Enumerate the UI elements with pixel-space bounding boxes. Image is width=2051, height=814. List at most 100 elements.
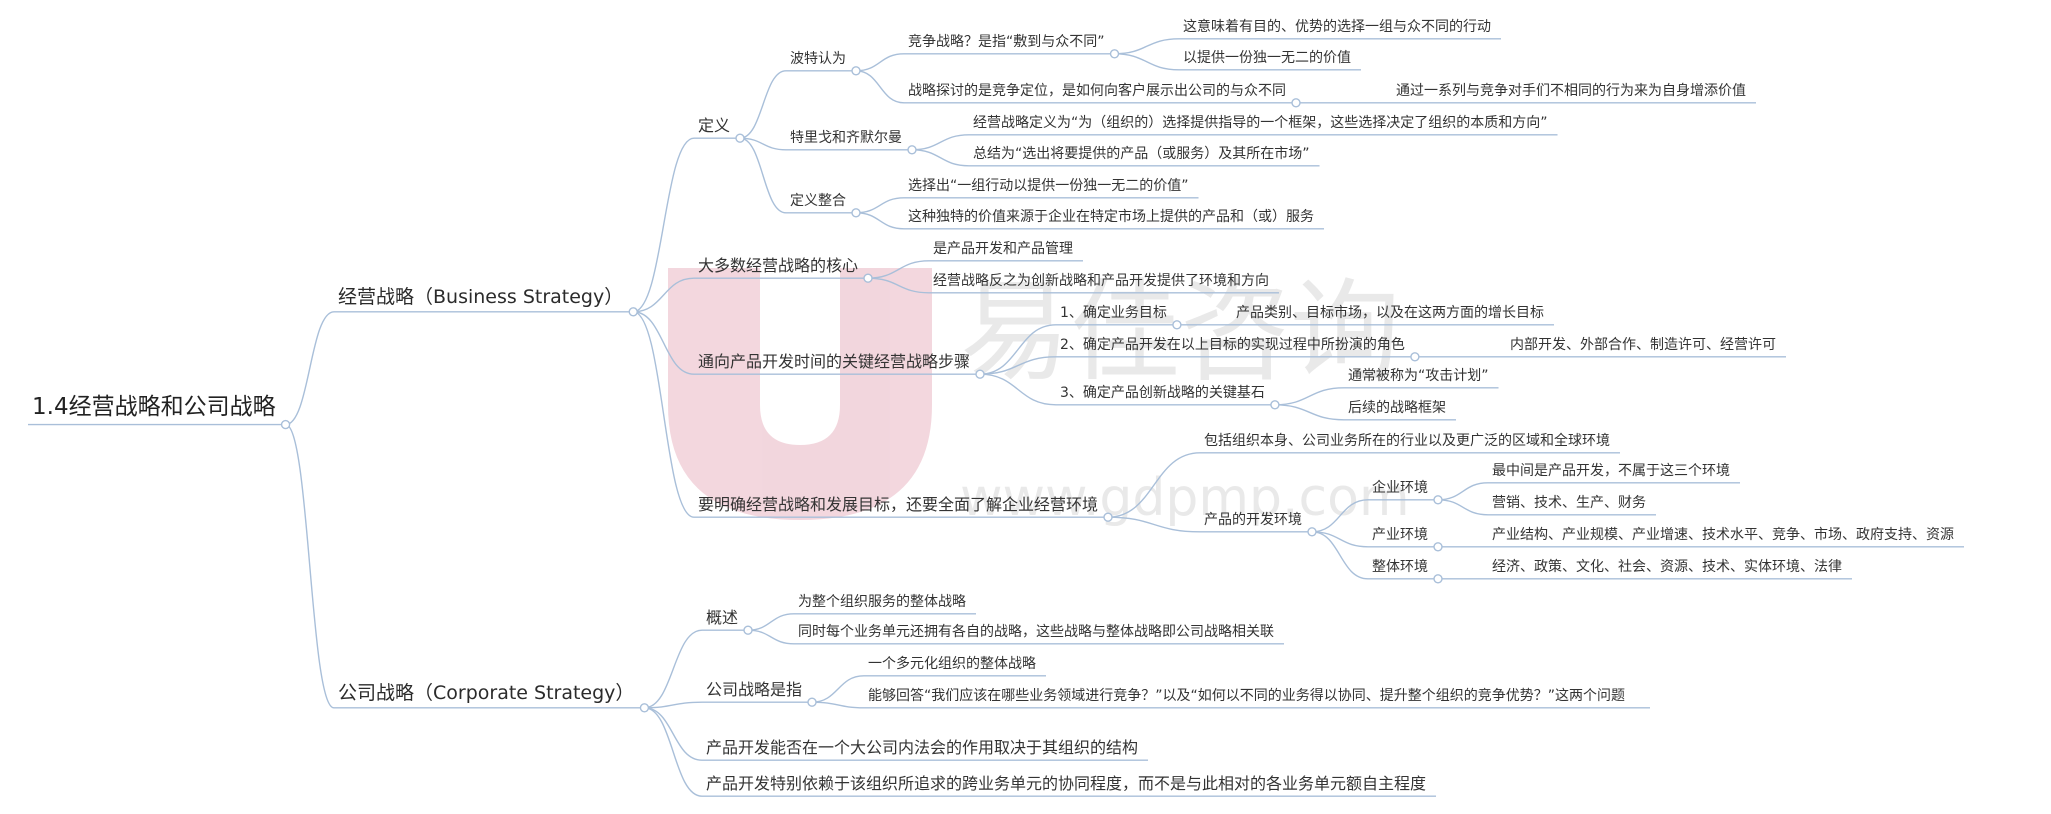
connector — [285, 423, 335, 709]
node-label: 产业环境 — [1372, 527, 1428, 543]
connector — [855, 70, 905, 104]
node-label: 通向产品开发时间的关键经营战略步骤 — [698, 352, 971, 371]
node-treacy[interactable]: 特里戈和齐默尔曼 — [790, 130, 902, 147]
node-whole-org[interactable]: 为整个组织服务的整体战略 — [798, 594, 966, 611]
connector — [812, 701, 865, 709]
node-enterprise-env[interactable]: 企业环境 — [1372, 480, 1428, 497]
node-label: 产业结构、产业规模、产业增速、技术水平、竞争、市场、政府支持、资源 — [1492, 527, 1954, 543]
node-label: 同时每个业务单元还拥有各自的战略，这些战略与整体战略即公司战略相关联 — [798, 624, 1274, 640]
node-label: 是产品开发和产品管理 — [933, 241, 1073, 257]
node-purposeful-choice[interactable]: 这意味着有目的、优势的选择一组与众不同的行动 — [1183, 19, 1491, 36]
node-product-dev-mgmt[interactable]: 是产品开发和产品管理 — [933, 241, 1073, 258]
junction-dot — [1291, 98, 1301, 108]
node-environment[interactable]: 要明确经营战略和发展目标，还要全面了解企业经营环境 — [698, 495, 1098, 514]
node-label: 企业环境 — [1372, 480, 1428, 496]
node-label: 选择出“一组行动以提供一份独一无二的价值” — [908, 178, 1189, 194]
node-label: 1、确定业务目标 — [1060, 305, 1167, 321]
node-includes-org[interactable]: 包括组织本身、公司业务所在的行业以及更广泛的区域和全球环境 — [1204, 433, 1610, 450]
mind-map: 易佳咨询 www.gdpmp.com 1.4经营战略和公司战略 经营战略（Bus… — [0, 0, 2051, 814]
connector — [868, 277, 930, 294]
connector — [855, 53, 905, 72]
connector — [633, 311, 695, 375]
node-positioning[interactable]: 战略探讨的是竞争定位，是如何向客户展示出公司的与众不同 — [908, 83, 1286, 100]
node-competitive-strategy[interactable]: 竞争战略？是指“敷到与众不同” — [908, 34, 1105, 51]
node-core[interactable]: 大多数经营战略的核心 — [698, 256, 858, 275]
junction-dot — [743, 625, 753, 635]
node-select-actions[interactable]: 选择出“一组行动以提供一份独一无二的价值” — [908, 178, 1189, 195]
junction-dot — [735, 133, 745, 143]
node-marketing-tech[interactable]: 营销、技术、生产、财务 — [1492, 495, 1646, 512]
node-label: 波特认为 — [790, 51, 846, 67]
node-label: 经营战略反之为创新战略和产品开发提供了环境和方向 — [933, 273, 1269, 289]
node-industry-env[interactable]: 产业环境 — [1372, 527, 1428, 544]
connector — [855, 212, 905, 230]
node-label: 包括组织本身、公司业务所在的行业以及更广泛的区域和全球环境 — [1204, 433, 1610, 449]
node-label: 特里戈和齐默尔曼 — [790, 130, 902, 146]
node-unique-value[interactable]: 以提供一份独一无二的价值 — [1183, 50, 1351, 67]
junction-dot — [1433, 574, 1443, 584]
junction-dot — [807, 697, 817, 707]
node-label: 定义整合 — [790, 193, 846, 209]
node-step-1[interactable]: 1、确定业务目标 — [1060, 305, 1167, 322]
node-value-source[interactable]: 这种独特的价值来源于企业在特定市场上提供的产品和（或）服务 — [908, 209, 1314, 226]
node-summary[interactable]: 总结为“选出将要提供的产品（或服务）及其所在市场” — [973, 146, 1310, 163]
connector — [644, 629, 703, 709]
connector — [980, 356, 1057, 375]
node-strategy-framework[interactable]: 后续的战略框架 — [1348, 400, 1446, 417]
node-org-structure[interactable]: 产品开发能否在一个大公司内法会的作用取决于其组织的结构 — [706, 738, 1138, 757]
node-label: 这种独特的价值来源于企业在特定市场上提供的产品和（或）服务 — [908, 209, 1314, 225]
node-step-1-detail[interactable]: 产品类别、目标市场，以及在这两方面的增长目标 — [1236, 305, 1544, 322]
node-corporate-means[interactable]: 公司战略是指 — [706, 680, 802, 699]
junction-dot — [1103, 512, 1113, 522]
connector — [1108, 516, 1201, 533]
node-label: 总结为“选出将要提供的产品（或服务）及其所在市场” — [973, 146, 1310, 162]
junction-dot — [851, 208, 861, 218]
node-add-value[interactable]: 通过一系列与竞争对手们不相同的行为来为自身增添价值 — [1396, 83, 1746, 100]
junction-dot — [975, 369, 985, 379]
node-business-strategy[interactable]: 经营战略（Business Strategy） — [338, 286, 623, 309]
connector — [1437, 499, 1489, 516]
node-dev-environment[interactable]: 产品的开发环境 — [1204, 512, 1302, 529]
node-key-steps[interactable]: 通向产品开发时间的关键经营战略步骤 — [698, 352, 970, 371]
node-label: 为整个组织服务的整体战略 — [798, 594, 966, 610]
node-overview[interactable]: 概述 — [706, 608, 738, 627]
node-step-3[interactable]: 3、确定产品创新战略的关键基石 — [1060, 385, 1265, 402]
node-definition[interactable]: 定义 — [698, 116, 730, 135]
node-framework[interactable]: 经营战略定义为“为（组织的）选择提供指导的一个框架，这些选择决定了组织的本质和方… — [973, 115, 1548, 132]
junction-dot — [1109, 49, 1120, 59]
node-label: 2、确定产品开发在以上目标的实现过程中所扮演的角色 — [1060, 337, 1405, 353]
node-center-product-dev[interactable]: 最中间是产品开发，不属于这三个环境 — [1492, 463, 1730, 480]
junction-dot — [1172, 320, 1182, 330]
node-two-questions[interactable]: 能够回答“我们应该在哪些业务领域进行竞争？”以及“如何以不同的业务得以协同、提升… — [868, 688, 1640, 705]
node-label: 最中间是产品开发，不属于这三个环境 — [1492, 463, 1730, 479]
node-step-2[interactable]: 2、确定产品开发在以上目标的实现过程中所扮演的角色 — [1060, 337, 1405, 354]
junction-dot — [907, 145, 917, 155]
node-industry-detail[interactable]: 产业结构、产业规模、产业增速、技术水平、竞争、市场、政府支持、资源 — [1492, 527, 1954, 544]
node-porter[interactable]: 波特认为 — [790, 51, 846, 68]
node-diversified[interactable]: 一个多元化组织的整体战略 — [868, 656, 1036, 673]
node-overall-env[interactable]: 整体环境 — [1372, 559, 1428, 576]
node-integration[interactable]: 定义整合 — [790, 193, 846, 210]
junction-dot — [1433, 495, 1443, 505]
node-label: 通常被称为“攻击计划” — [1348, 368, 1489, 384]
connector — [1274, 387, 1345, 406]
root-node[interactable]: 1.4经营战略和公司战略 — [32, 394, 276, 422]
node-environment-direction[interactable]: 经营战略反之为创新战略和产品开发提供了环境和方向 — [933, 273, 1269, 290]
connector — [644, 707, 703, 797]
node-overall-detail[interactable]: 经济、政策、文化、社会、资源、技术、实体环境、法律 — [1492, 559, 1842, 576]
node-label: 竞争战略？是指“敷到与众不同” — [908, 34, 1105, 50]
node-business-units[interactable]: 同时每个业务单元还拥有各自的战略，这些战略与整体战略即公司战略相关联 — [798, 624, 1274, 641]
junction-dot — [851, 66, 861, 76]
node-label: 概述 — [706, 608, 739, 627]
connector — [633, 137, 695, 313]
junction-dot — [1410, 352, 1420, 362]
node-synergy[interactable]: 产品开发特别依赖于该组织所追求的跨业务单元的协同程度，而不是与此相对的各业务单元… — [706, 774, 1426, 793]
node-corporate-strategy[interactable]: 公司战略（Corporate Strategy） — [338, 682, 634, 705]
connector — [911, 149, 970, 167]
node-label: 战略探讨的是竞争定位，是如何向客户展示出公司的与众不同 — [908, 83, 1286, 99]
connector — [812, 675, 865, 703]
node-step-2-detail[interactable]: 内部开发、外部合作、制造许可、经营许可 — [1510, 337, 1776, 354]
junction-dot — [1433, 542, 1443, 552]
node-attack-plan[interactable]: 通常被称为“攻击计划” — [1348, 368, 1489, 385]
junction-dot — [863, 273, 873, 283]
